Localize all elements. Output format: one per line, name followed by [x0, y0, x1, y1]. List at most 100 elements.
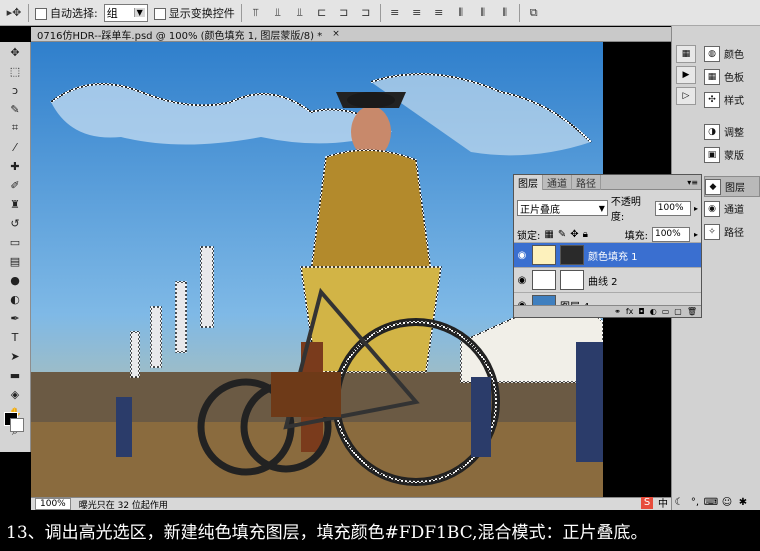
dock-label: 颜色	[724, 50, 744, 61]
healing-brush-tool-icon[interactable]: ✚	[4, 157, 26, 175]
adjustment-icon[interactable]: ◐	[650, 307, 657, 316]
chevron-right-icon[interactable]: ▸	[694, 204, 698, 213]
lasso-tool-icon[interactable]: ↄ	[4, 81, 26, 99]
align-vcenter-icon[interactable]: ⫫	[270, 5, 286, 21]
crop-tool-icon[interactable]: ⌗	[4, 119, 26, 137]
shape-tool-icon[interactable]: ▬	[4, 366, 26, 384]
clone-stamp-tool-icon[interactable]: ♜	[4, 195, 26, 213]
brush-tool-icon[interactable]: ✐	[4, 176, 26, 194]
background-color-swatch[interactable]	[10, 418, 24, 432]
status-text[interactable]: 曝光只在 32 位起作用	[79, 498, 168, 511]
quick-select-tool-icon[interactable]: ✎	[4, 100, 26, 118]
lock-label: 锁定:	[517, 230, 541, 242]
close-icon[interactable]: ×	[332, 29, 340, 39]
align-right-icon[interactable]: ⊐	[358, 5, 374, 21]
dock-label: 蒙版	[724, 151, 744, 162]
zh-input-icon[interactable]: 中	[657, 497, 669, 510]
auto-select-value: 组	[106, 6, 118, 20]
settings-icon[interactable]: ✱	[737, 497, 749, 509]
dock-button-layers[interactable]: ◆ 图层	[704, 176, 760, 197]
distribute-top-icon[interactable]: ≡	[387, 5, 403, 21]
layer-row[interactable]: ◉ 曲线 2	[514, 267, 701, 292]
layer-row[interactable]: ◉ 颜色填充 1	[514, 242, 701, 267]
lock-transparent-icon[interactable]: ▦	[544, 229, 553, 240]
opacity-input[interactable]: 100%	[654, 200, 691, 216]
play-icon[interactable]: ▷	[676, 87, 696, 105]
lock-row: 锁定: ▦ ✎ ✥ 🔒︎ 填充: 100% ▸	[514, 226, 701, 242]
zoom-level[interactable]: 100%	[35, 498, 71, 510]
pen-tool-icon[interactable]: ✒	[4, 309, 26, 327]
align-hcenter-icon[interactable]: ⊐	[336, 5, 352, 21]
dock-button-channels[interactable]: ◉ 通道	[704, 199, 758, 218]
blend-row: 正片叠底 ▼ 不透明度: 100% ▸	[514, 190, 701, 226]
align-bottom-icon[interactable]: ⫫	[292, 5, 308, 21]
tutorial-caption: 13、调出高光选区，新建纯色填充图层，填充颜色#FDF1BC,混合模式：正片叠底…	[0, 510, 760, 551]
folder-icon[interactable]: ▭	[662, 307, 670, 316]
tab-channels[interactable]: 通道	[543, 174, 572, 190]
lock-all-icon[interactable]: 🔒︎	[583, 229, 588, 240]
user-icon[interactable]: ☺	[721, 497, 733, 509]
eye-icon[interactable]: ◉	[516, 275, 528, 286]
fill-input[interactable]: 100%	[651, 226, 690, 242]
trash-icon[interactable]: 🗑︎	[687, 307, 697, 316]
document-tab[interactable]: 0716仿HDR--踩单车.psd @ 100% (颜色填充 1, 图层蒙版/8…	[31, 27, 671, 42]
ime-icon[interactable]: S	[641, 496, 653, 509]
distribute-left-icon[interactable]: ⦀	[453, 5, 469, 21]
fx-icon[interactable]: fx	[626, 307, 634, 316]
layer-mask-thumbnail[interactable]	[560, 270, 584, 290]
layer-name: 颜色填充 1	[588, 251, 638, 263]
masks-icon: ▣	[704, 146, 720, 163]
dock-button-swatches[interactable]: ▦ 色板	[704, 67, 758, 86]
tab-layers[interactable]: 图层	[514, 174, 543, 190]
divider	[518, 3, 520, 22]
gradient-tool-icon[interactable]: ▤	[4, 252, 26, 270]
move-tool-icon[interactable]: ✥	[4, 43, 26, 61]
distribute-bottom-icon[interactable]: ≡	[431, 5, 447, 21]
tab-paths[interactable]: 路径	[572, 174, 601, 190]
swatches-icon: ▦	[704, 68, 720, 85]
lock-position-icon[interactable]: ✥	[570, 229, 578, 240]
eyedropper-tool-icon[interactable]: ⁄	[4, 138, 26, 156]
moon-icon[interactable]: ☾	[673, 497, 685, 509]
layer-mask-thumbnail[interactable]	[560, 245, 584, 265]
align-top-icon[interactable]: ⫪	[248, 5, 264, 21]
path-select-tool-icon[interactable]: ➤	[4, 347, 26, 365]
chevron-down-icon: ▼	[598, 203, 605, 213]
marquee-tool-icon[interactable]: ⬚	[4, 62, 26, 80]
link-icon[interactable]: ⚭	[614, 307, 621, 316]
3d-tool-icon[interactable]: ◈	[4, 385, 26, 403]
distribute-right-icon[interactable]: ⦀	[497, 5, 513, 21]
distribute-hcenter-icon[interactable]: ⦀	[475, 5, 491, 21]
eraser-tool-icon[interactable]: ▭	[4, 233, 26, 251]
dock-button-adjustments[interactable]: ◑ 调整	[704, 122, 758, 141]
lock-image-icon[interactable]: ✎	[558, 229, 566, 240]
chevron-right-icon[interactable]: ▸	[694, 230, 698, 239]
align-left-icon[interactable]: ⊏	[314, 5, 330, 21]
type-tool-icon[interactable]: T	[4, 328, 26, 346]
eye-icon[interactable]: ◉	[516, 250, 528, 261]
blur-tool-icon[interactable]: ●	[4, 271, 26, 289]
panel-menu-icon[interactable]: ▾≡	[687, 178, 701, 187]
mask-icon[interactable]: ◘	[638, 307, 644, 316]
dock-button-styles[interactable]: ✣ 样式	[704, 90, 758, 109]
keyboard-icon[interactable]: ⌨	[704, 497, 718, 509]
punct-icon[interactable]: °,	[689, 497, 701, 509]
curves-thumbnail	[532, 270, 556, 290]
dock-button-paths[interactable]: ✧ 路径	[704, 222, 758, 241]
show-transform-checkbox[interactable]: 显示变换控件	[153, 5, 235, 21]
dock-button-color[interactable]: ◍ 颜色	[704, 44, 758, 63]
history-brush-tool-icon[interactable]: ↺	[4, 214, 26, 232]
move-tool-icon[interactable]: ▸✥	[6, 5, 22, 21]
layer-name: 曲线 2	[588, 276, 618, 288]
layers-panel-footer: ⚭ fx ◘ ◐ ▭ ▢ 🗑︎	[514, 305, 701, 317]
new-layer-icon[interactable]: ▢	[674, 307, 682, 316]
auto-align-icon[interactable]: ⧉	[526, 5, 542, 21]
actions-icon[interactable]: ▶	[676, 66, 696, 84]
auto-select-checkbox[interactable]: 自动选择:	[35, 5, 98, 21]
blend-mode-dropdown[interactable]: 正片叠底 ▼	[517, 200, 608, 216]
dock-button-masks[interactable]: ▣ 蒙版	[704, 145, 758, 164]
history-icon[interactable]: ▦	[676, 45, 696, 63]
dodge-tool-icon[interactable]: ◐	[4, 290, 26, 308]
distribute-vcenter-icon[interactable]: ≡	[409, 5, 425, 21]
auto-select-dropdown[interactable]: 组 ▼	[103, 3, 148, 22]
